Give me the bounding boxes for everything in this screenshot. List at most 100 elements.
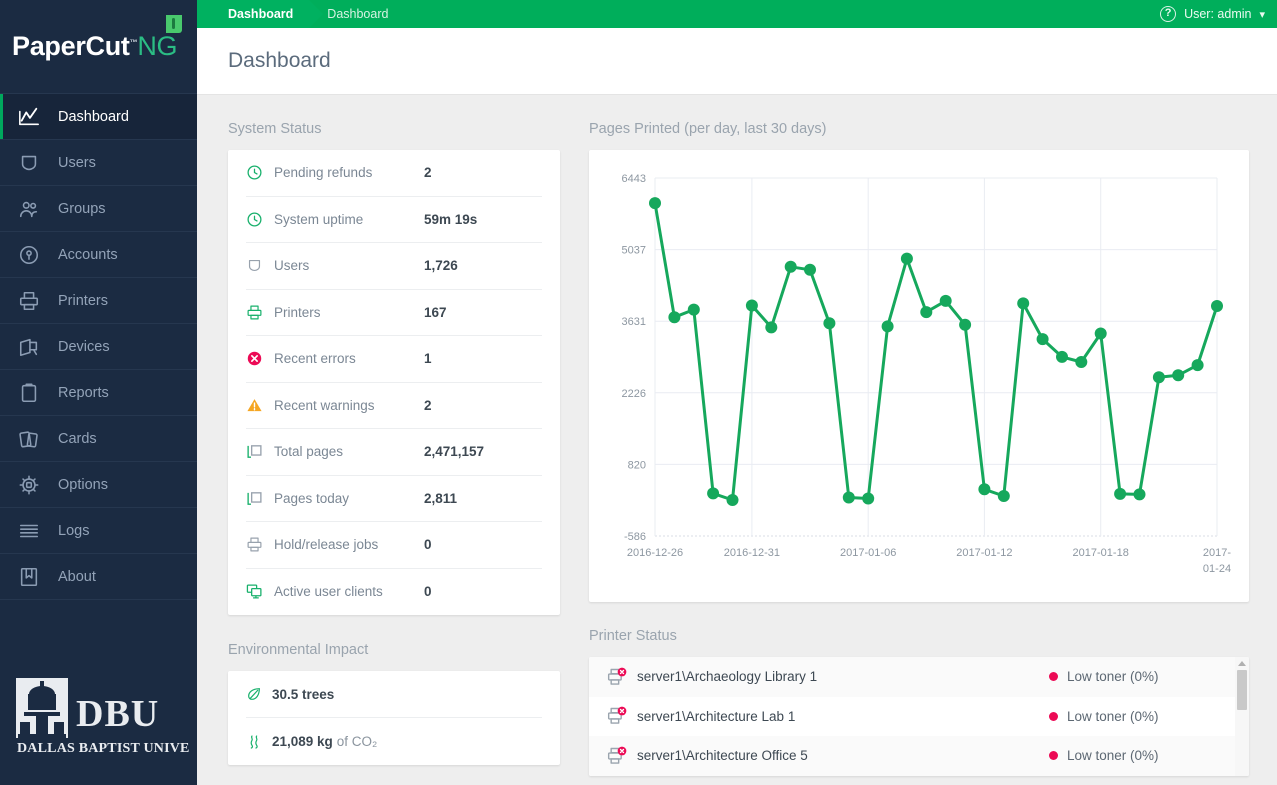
sidebar-item-about[interactable]: About (0, 554, 197, 600)
brand-logo[interactable]: PaperCut™NG (0, 0, 197, 93)
status-value: 1,726 (424, 258, 542, 273)
status-row[interactable]: Recent warnings2 (246, 383, 542, 430)
printer-status: Low toner (0%) (1049, 748, 1249, 763)
svg-text:2017-01-12: 2017-01-12 (956, 547, 1012, 559)
sidebar-item-label: Cards (58, 431, 97, 447)
status-label: Recent warnings (274, 398, 424, 413)
env-row[interactable]: 21,089 kg of CO₂ (246, 718, 542, 765)
svg-text:01-24: 01-24 (1203, 563, 1231, 575)
status-row[interactable]: Active user clients0 (246, 569, 542, 616)
status-row[interactable]: Pending refunds2 (246, 150, 542, 197)
group-icon (18, 198, 44, 220)
status-dot-icon (1049, 712, 1058, 721)
sidebar-nav: Dashboard Users Groups Accounts Printers Devi… (0, 93, 197, 600)
chart-line-icon (18, 106, 44, 128)
status-label: Printers (274, 305, 424, 320)
status-row[interactable]: Printers167 (246, 290, 542, 337)
printer-name: server1\Architecture Office 5 (637, 748, 1049, 763)
environmental-impact-card: 30.5 trees 21,089 kg of CO₂ (228, 671, 560, 765)
status-row[interactable]: Recent errors1 (246, 336, 542, 383)
sidebar-item-options[interactable]: Options (0, 462, 197, 508)
env-value: 21,089 kg (272, 734, 333, 749)
system-status-card: Pending refunds2System uptime59m 19sUser… (228, 150, 560, 615)
status-row[interactable]: Hold/release jobs0 (246, 522, 542, 569)
warning-triangle-icon (246, 397, 274, 414)
printer-status-card: server1\Archaeology Library 1 Low toner (… (589, 657, 1249, 776)
status-label: Active user clients (274, 584, 424, 599)
top-bar-right: ? User: admin ▾ (1160, 6, 1277, 22)
brand-text: PaperCut™NG (12, 31, 177, 62)
pages-printed-chart[interactable]: -58682022263631503764432016-12-262016-12… (589, 150, 1249, 602)
shield-icon (246, 257, 274, 274)
printer-error-icon (607, 706, 637, 726)
status-row[interactable]: Users1,726 (246, 243, 542, 290)
env-value: 30.5 trees (272, 687, 334, 702)
breadcrumb-root[interactable]: Dashboard (197, 0, 309, 28)
sidebar-item-logs[interactable]: Logs (0, 508, 197, 554)
sidebar-item-cards[interactable]: Cards (0, 416, 197, 462)
right-column: Pages Printed (per day, last 30 days) -5… (589, 121, 1249, 785)
screen-icon (246, 583, 274, 600)
leaf-icon (246, 686, 272, 702)
svg-text:2017-01-18: 2017-01-18 (1073, 547, 1129, 559)
status-label: Pages today (274, 491, 424, 506)
pages-icon (246, 490, 274, 507)
printer-row[interactable]: server1\Architecture Office 5 Low toner (… (589, 736, 1249, 776)
env-row[interactable]: 30.5 trees (246, 671, 542, 718)
status-row[interactable]: Total pages2,471,157 (246, 429, 542, 476)
status-row[interactable]: System uptime59m 19s (246, 197, 542, 244)
sidebar-item-groups[interactable]: Groups (0, 186, 197, 232)
printer-name: server1\Architecture Lab 1 (637, 709, 1049, 724)
chart-title: Pages Printed (per day, last 30 days) (589, 121, 1249, 137)
svg-text:3631: 3631 (622, 316, 646, 328)
sidebar-item-label: Accounts (58, 247, 118, 263)
user-menu-label[interactable]: User: admin (1184, 7, 1251, 21)
svg-text:2226: 2226 (622, 388, 646, 400)
question-circle-icon[interactable]: ? (1160, 6, 1176, 22)
sidebar-item-label: Options (58, 477, 108, 493)
gear-icon (18, 474, 44, 496)
dbu-building-icon: DBU DALLAS BAPTIST UNIVERSITY (14, 676, 189, 758)
sidebar-item-users[interactable]: Users (0, 140, 197, 186)
breadcrumb-current: Dashboard (327, 7, 388, 21)
sidebar-item-label: Printers (58, 293, 108, 309)
status-value: 167 (424, 305, 542, 320)
svg-text:820: 820 (628, 459, 646, 471)
printer-row[interactable]: server1\Architecture Lab 1Low toner (0%) (589, 697, 1249, 737)
sidebar-item-reports[interactable]: Reports (0, 370, 197, 416)
svg-text:2016-12-26: 2016-12-26 (627, 547, 683, 559)
clock-icon (246, 211, 274, 228)
sidebar-item-label: Users (58, 155, 96, 171)
page-header: Dashboard (197, 28, 1277, 95)
printer-status-title: Printer Status (589, 628, 1249, 644)
sidebar-item-accounts[interactable]: Accounts (0, 232, 197, 278)
svg-text:DALLAS BAPTIST UNIVERSITY: DALLAS BAPTIST UNIVERSITY (17, 741, 189, 756)
lines-icon (18, 520, 44, 542)
chevron-down-icon[interactable]: ▾ (1259, 8, 1265, 21)
clock-icon (246, 164, 274, 181)
brand-name: PaperCut (12, 31, 130, 61)
svg-text:6443: 6443 (622, 173, 646, 185)
svg-text:2016-12-31: 2016-12-31 (724, 547, 780, 559)
status-value: 1 (424, 351, 542, 366)
user-shield-icon (18, 152, 44, 174)
system-status-title: System Status (228, 121, 560, 137)
sidebar-item-printers[interactable]: Printers (0, 278, 197, 324)
sidebar-item-dashboard[interactable]: Dashboard (0, 94, 197, 140)
printer-row[interactable]: server1\Archaeology Library 1Low toner (… (589, 657, 1249, 697)
printer-list-scrollbar[interactable] (1235, 657, 1249, 776)
scrollbar-thumb[interactable] (1237, 670, 1247, 710)
scroll-up-arrow-icon[interactable] (1238, 661, 1246, 666)
sidebar: PaperCut™NG Dashboard Users Groups Accounts… (0, 0, 197, 785)
printer-status-text: Low toner (0%) (1067, 748, 1159, 763)
env-suffix: of CO₂ (337, 734, 378, 749)
sidebar-item-devices[interactable]: Devices (0, 324, 197, 370)
status-dot-icon (1049, 672, 1058, 681)
status-row[interactable]: Pages today2,811 (246, 476, 542, 523)
printer-error-icon (607, 667, 637, 687)
printer-name: server1\Archaeology Library 1 (637, 669, 1049, 684)
error-circle-icon (246, 350, 274, 367)
brand-suffix: NG (137, 31, 177, 61)
status-dot-icon (1049, 751, 1058, 760)
printer-status-list: server1\Archaeology Library 1 Low toner (… (589, 657, 1249, 776)
